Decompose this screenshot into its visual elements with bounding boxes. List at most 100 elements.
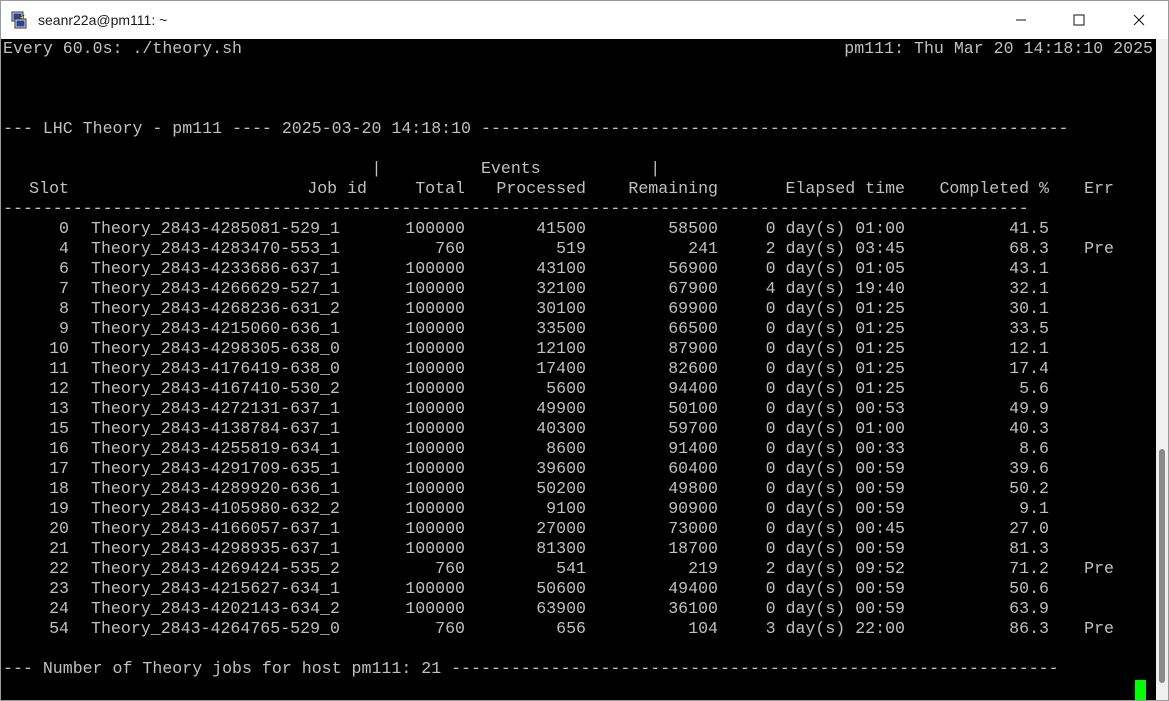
cell-elapsed: 0 day(s) 01:25 <box>765 319 905 338</box>
cell-job-id: Theory_2843-4283470-553_1 <box>91 239 340 258</box>
cell-slot: 12 <box>49 379 69 398</box>
cell-remaining: 104 <box>688 619 718 638</box>
vertical-scrollbar[interactable] <box>1156 39 1168 700</box>
events-group-header: | Events | <box>3 159 661 178</box>
cell-total: 760 <box>435 559 465 578</box>
cell-processed: 5600 <box>546 379 586 398</box>
cell-elapsed: 0 day(s) 01:25 <box>765 359 905 378</box>
cell-elapsed: 0 day(s) 00:59 <box>765 599 905 618</box>
cell-total: 760 <box>435 239 465 258</box>
cell-remaining: 73000 <box>668 519 718 538</box>
cell-slot: 20 <box>49 519 69 538</box>
cell-job-id: Theory_2843-4298305-638_0 <box>91 339 340 358</box>
cell-completed: 86.3 <box>1009 619 1049 638</box>
cell-total: 100000 <box>405 439 465 458</box>
cell-elapsed: 0 day(s) 01:25 <box>765 339 905 358</box>
table-row: 11 Theory_2843-4176419-638_0 100000 17400 82… <box>3 359 1153 379</box>
cell-elapsed: 2 day(s) 03:45 <box>765 239 905 258</box>
cell-remaining: 82600 <box>668 359 718 378</box>
cell-slot: 15 <box>49 419 69 438</box>
header-separator: ----------------------------------------… <box>3 199 1029 218</box>
table-row: 7 Theory_2843-4266629-527_1 100000 32100 679… <box>3 279 1153 299</box>
cell-completed: 49.9 <box>1009 399 1049 418</box>
cell-processed: 656 <box>556 619 586 638</box>
cell-job-id: Theory_2843-4298935-637_1 <box>91 539 340 558</box>
cell-total: 100000 <box>405 219 465 238</box>
cell-remaining: 94400 <box>668 379 718 398</box>
cell-remaining: 91400 <box>668 439 718 458</box>
cell-err <box>1063 359 1114 379</box>
cell-completed: 43.1 <box>1009 259 1049 278</box>
cell-slot: 9 <box>59 319 69 338</box>
terminal-output[interactable]: Every 60.0s: ./theory.sh pm111: Thu Mar … <box>1 39 1156 700</box>
cell-total: 100000 <box>405 499 465 518</box>
footer-line: --- Number of Theory jobs for host pm111… <box>3 659 1059 678</box>
cell-err <box>1063 579 1114 599</box>
cell-slot: 23 <box>49 579 69 598</box>
table-row: 21 Theory_2843-4298935-637_1 100000 81300 18… <box>3 539 1153 559</box>
cell-completed: 8.6 <box>1019 439 1049 458</box>
cell-remaining: 58500 <box>668 219 718 238</box>
close-icon <box>1133 14 1145 26</box>
cell-elapsed: 0 day(s) 00:59 <box>765 459 905 478</box>
cell-processed: 519 <box>556 239 586 258</box>
cell-err <box>1063 399 1114 419</box>
cell-job-id: Theory_2843-4268236-631_2 <box>91 299 340 318</box>
cell-slot: 0 <box>59 219 69 238</box>
terminal-window: seanr22a@pm111: ~ Every 60.0s: ./theory.… <box>0 0 1169 701</box>
cell-slot: 6 <box>59 259 69 278</box>
cell-total: 100000 <box>405 479 465 498</box>
cell-err <box>1063 519 1114 539</box>
header-elapsed: Elapsed time <box>785 179 906 198</box>
cell-job-id: Theory_2843-4167410-530_2 <box>91 379 340 398</box>
cell-processed: 541 <box>556 559 586 578</box>
cell-err <box>1063 419 1114 439</box>
cell-processed: 8600 <box>546 439 586 458</box>
table-row: 8 Theory_2843-4268236-631_2 100000 30100 699… <box>3 299 1153 319</box>
cell-remaining: 56900 <box>668 259 718 278</box>
cell-job-id: Theory_2843-4264765-529_0 <box>91 619 340 638</box>
cell-processed: 39600 <box>536 459 586 478</box>
cell-remaining: 90900 <box>668 499 718 518</box>
table-row: 20 Theory_2843-4166057-637_1 100000 27000 73… <box>3 519 1153 539</box>
scrollbar-thumb[interactable] <box>1159 449 1165 683</box>
cell-job-id: Theory_2843-4138784-637_1 <box>91 419 340 438</box>
cell-processed: 17400 <box>536 359 586 378</box>
cell-job-id: Theory_2843-4272131-637_1 <box>91 399 340 418</box>
cell-completed: 71.2 <box>1009 559 1049 578</box>
cell-total: 100000 <box>405 279 465 298</box>
table-row: 13 Theory_2843-4272131-637_1 100000 49900 50… <box>3 399 1153 419</box>
cell-err <box>1063 219 1114 239</box>
cell-elapsed: 0 day(s) 01:25 <box>765 299 905 318</box>
column-headers: Slot Job id Total Processed Remaining El… <box>3 179 1153 199</box>
cell-elapsed: 0 day(s) 01:00 <box>765 219 905 238</box>
cell-processed: 27000 <box>536 519 586 538</box>
cell-processed: 32100 <box>536 279 586 298</box>
putty-app-icon[interactable] <box>10 11 28 29</box>
cell-completed: 39.6 <box>1009 459 1049 478</box>
cell-job-id: Theory_2843-4289920-636_1 <box>91 479 340 498</box>
cell-remaining: 18700 <box>668 539 718 558</box>
table-row: 18 Theory_2843-4289920-636_1 100000 50200 49… <box>3 479 1153 499</box>
header-processed: Processed <box>496 179 586 198</box>
cell-elapsed: 0 day(s) 00:33 <box>765 439 905 458</box>
cell-slot: 8 <box>59 299 69 318</box>
maximize-button[interactable] <box>1050 1 1108 39</box>
cell-slot: 22 <box>49 559 69 578</box>
title-bar[interactable]: seanr22a@pm111: ~ <box>1 1 1168 39</box>
header-err: Err <box>1084 179 1114 198</box>
cell-job-id: Theory_2843-4266629-527_1 <box>91 279 340 298</box>
cell-elapsed: 0 day(s) 00:59 <box>765 479 905 498</box>
cell-processed: 9100 <box>546 499 586 518</box>
cell-processed: 12100 <box>536 339 586 358</box>
cell-job-id: Theory_2843-4215627-634_1 <box>91 579 340 598</box>
table-row: 17 Theory_2843-4291709-635_1 100000 39600 60… <box>3 459 1153 479</box>
close-button[interactable] <box>1110 1 1168 39</box>
cell-err <box>1063 459 1114 479</box>
table-row: 23 Theory_2843-4215627-634_1 100000 50600 49… <box>3 579 1153 599</box>
cell-slot: 21 <box>49 539 69 558</box>
cell-processed: 43100 <box>536 259 586 278</box>
cell-completed: 81.3 <box>1009 539 1049 558</box>
minimize-button[interactable] <box>992 1 1050 39</box>
cell-completed: 68.3 <box>1009 239 1049 258</box>
